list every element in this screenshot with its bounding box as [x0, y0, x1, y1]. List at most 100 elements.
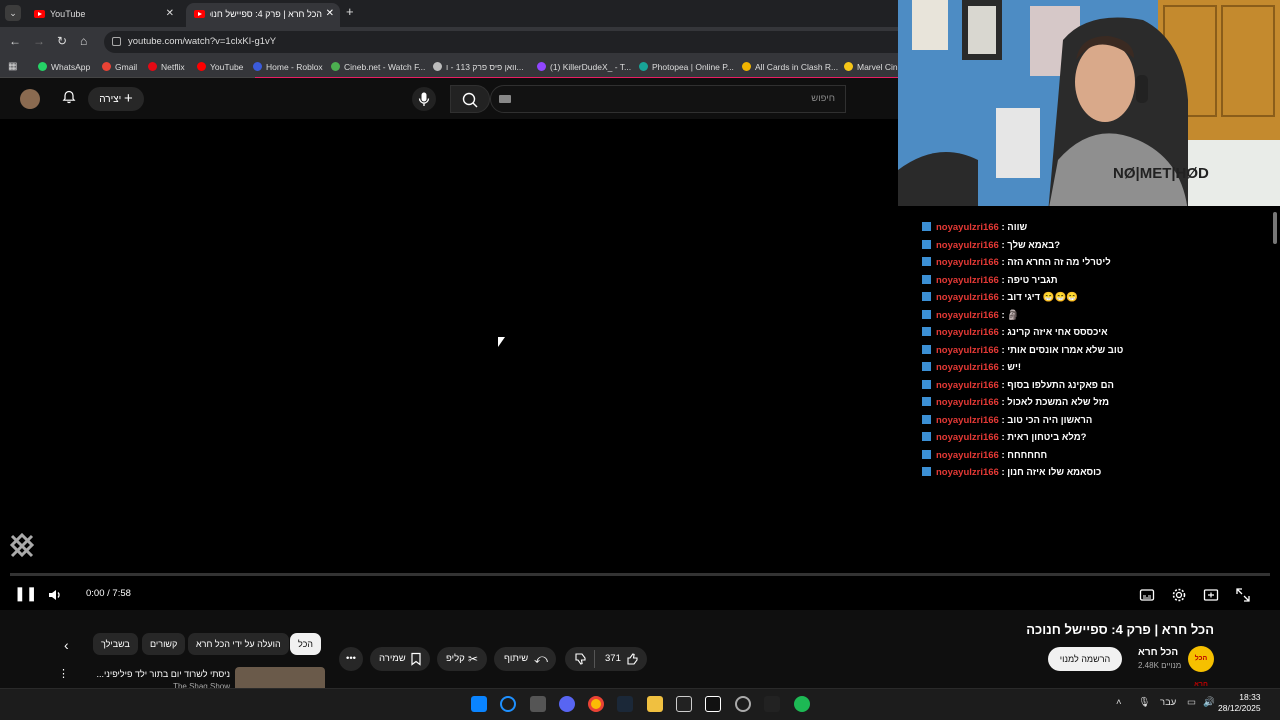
webcam-overlay: NØ|MET|HØD	[898, 0, 1280, 213]
taskbar-search-icon[interactable]	[500, 696, 516, 712]
bookmark-youtube[interactable]: YouTube	[197, 56, 243, 78]
like-count: 371	[605, 653, 621, 664]
close-tab-icon[interactable]: ✕	[326, 3, 334, 25]
share-button[interactable]: שיתוף ⤺	[494, 647, 556, 671]
app-icon[interactable]	[705, 696, 721, 712]
tray-overflow-icon[interactable]: ˄	[1116, 697, 1122, 708]
task-view-icon[interactable]	[530, 696, 546, 712]
site-info-icon[interactable]	[112, 37, 121, 46]
network-icon[interactable]: ▭	[1187, 697, 1196, 708]
tab-youtube[interactable]: YouTube ✕	[26, 3, 180, 27]
pause-icon[interactable]: ❚❚	[14, 585, 37, 603]
bookmark-marvel[interactable]: Marvel Cine	[844, 56, 902, 78]
channel-watermark-icon[interactable]	[8, 532, 36, 560]
clip-button[interactable]: קליפ ✂	[437, 647, 487, 671]
app-dim-icon[interactable]	[764, 696, 780, 712]
speaker-icon[interactable]: 🔊	[1203, 697, 1215, 708]
bookmark-roblox[interactable]: Home - Roblox	[253, 56, 323, 78]
chat-text: חחחחחח	[1007, 449, 1048, 461]
platform-icon	[922, 222, 931, 231]
reload-icon[interactable]: ↻	[57, 34, 67, 48]
discord-icon[interactable]	[559, 696, 575, 712]
fullscreen-icon[interactable]	[1235, 586, 1251, 604]
url-text: youtube.com/watch?v=1clxKI-g1vY	[128, 36, 277, 47]
chat-username: noyayulzri166	[936, 362, 999, 373]
clock[interactable]: 18:33 28/12/2025	[1218, 692, 1261, 714]
search-input[interactable]: חיפוש	[490, 85, 846, 113]
new-tab-button[interactable]: +	[346, 4, 354, 19]
address-bar[interactable]: youtube.com/watch?v=1clxKI-g1vY	[104, 31, 898, 53]
recommendation-item[interactable]: ⋮ ניסתי לשרוד יום בתור ילד פיליפיני... T…	[58, 667, 325, 691]
back-icon[interactable]: ←	[9, 34, 21, 48]
more-actions-button[interactable]: •••	[339, 647, 363, 671]
search-placeholder: חיפוש	[811, 93, 835, 104]
chat-text: 🗿	[1007, 309, 1020, 321]
more-vertical-icon[interactable]: ⋮	[58, 667, 69, 680]
roblox-icon	[253, 62, 262, 71]
settings-gear-icon[interactable]	[1171, 586, 1187, 604]
keyboard-icon[interactable]	[499, 95, 511, 103]
bookmark-clash[interactable]: All Cards in Clash R...	[742, 56, 838, 78]
chat-scrollbar[interactable]	[1273, 212, 1277, 244]
home-icon[interactable]: ⌂	[80, 34, 87, 48]
voice-search-button[interactable]	[412, 87, 436, 111]
platform-icon	[922, 432, 931, 441]
platform-icon	[922, 327, 931, 336]
steam-icon[interactable]	[617, 696, 633, 712]
file-explorer-icon[interactable]	[647, 696, 663, 712]
volume-icon[interactable]	[47, 586, 63, 604]
chat-message: noyayulzri166 : כוסאמא שלו איזה חנון	[922, 465, 1101, 481]
notifications-bell-icon[interactable]	[62, 90, 76, 104]
create-button[interactable]: יצירה +	[88, 87, 144, 111]
tab-search-button[interactable]: ⌄	[5, 5, 21, 21]
bookmark-twitch[interactable]: (1) KillerDudeX_ - T...	[537, 56, 631, 78]
chat-message: noyayulzri166 : הם פאקינג התעלפו בסוף	[922, 378, 1114, 394]
chat-text: באמא שלך?	[1007, 239, 1061, 251]
tab-video[interactable]: הכל חרא | פרק 4: ספיישל חנוכה ✕	[186, 3, 340, 27]
dislike-icon[interactable]	[574, 652, 588, 666]
whatsapp-icon	[38, 62, 47, 71]
chat-username: noyayulzri166	[936, 449, 999, 461]
channel-avatar[interactable]: הכל חרא	[1188, 646, 1214, 688]
chip-uploaded-by[interactable]: הועלה על ידי הכל חרא	[188, 633, 289, 655]
chip-related[interactable]: קשורים	[142, 633, 186, 655]
chat-message: noyayulzri166 : מלא ביטחון ראית?	[922, 430, 1086, 446]
capcut-icon[interactable]	[676, 696, 692, 712]
subtitles-icon[interactable]	[1139, 586, 1155, 604]
bookmark-photopea[interactable]: Photopea | Online P...	[639, 56, 734, 78]
account-avatar[interactable]	[20, 89, 40, 109]
platform-icon	[922, 239, 931, 249]
apps-grid-icon[interactable]: ▦	[8, 56, 17, 78]
tray-mic-icon[interactable]: 🎙	[1138, 697, 1150, 708]
chat-username: noyayulzri166	[936, 432, 999, 443]
start-icon[interactable]	[471, 696, 487, 712]
obs-icon[interactable]	[735, 696, 751, 712]
spotify-icon[interactable]	[794, 696, 810, 712]
search-button[interactable]	[450, 85, 490, 113]
chip-all[interactable]: הכל	[290, 633, 322, 655]
bookmark-label: (1) KillerDudeX_ - T...	[550, 62, 632, 72]
progress-bar[interactable]	[10, 573, 1270, 576]
chat-message: noyayulzri166 : טוב שלא אמרו אונסים אותי	[922, 343, 1123, 359]
forward-icon[interactable]: →	[33, 34, 45, 48]
chip-for-you[interactable]: בשבילך	[93, 633, 138, 655]
subscribe-button[interactable]: הרשמה למנוי	[1048, 647, 1122, 671]
channel-name[interactable]: הכל חרא	[1138, 647, 1178, 658]
language-indicator[interactable]: עבר	[1160, 697, 1176, 708]
mouse-cursor-icon	[498, 337, 505, 347]
bookmark-cineb[interactable]: Cineb.net - Watch F...	[331, 56, 425, 78]
bookmark-netflix[interactable]: Netflix	[148, 56, 185, 78]
like-icon[interactable]	[626, 652, 640, 666]
clash-icon	[742, 62, 751, 71]
bookmark-whatsapp[interactable]: WhatsApp	[38, 56, 90, 78]
chips-prev-icon[interactable]: ‹	[64, 637, 69, 653]
clock-date: 28/12/2025	[1218, 703, 1261, 713]
miniplayer-icon[interactable]	[1203, 586, 1219, 604]
platform-icon	[922, 379, 931, 389]
chrome-icon[interactable]	[588, 696, 604, 712]
bookmark-label: וואן פיס פרק 113 - ו...	[446, 62, 524, 72]
close-tab-icon[interactable]: ✕	[166, 3, 174, 25]
bookmark-onepiece[interactable]: וואן פיס פרק 113 - ו...	[433, 56, 524, 78]
bookmark-gmail[interactable]: Gmail	[102, 56, 137, 78]
save-button[interactable]: שמירה	[370, 647, 430, 671]
